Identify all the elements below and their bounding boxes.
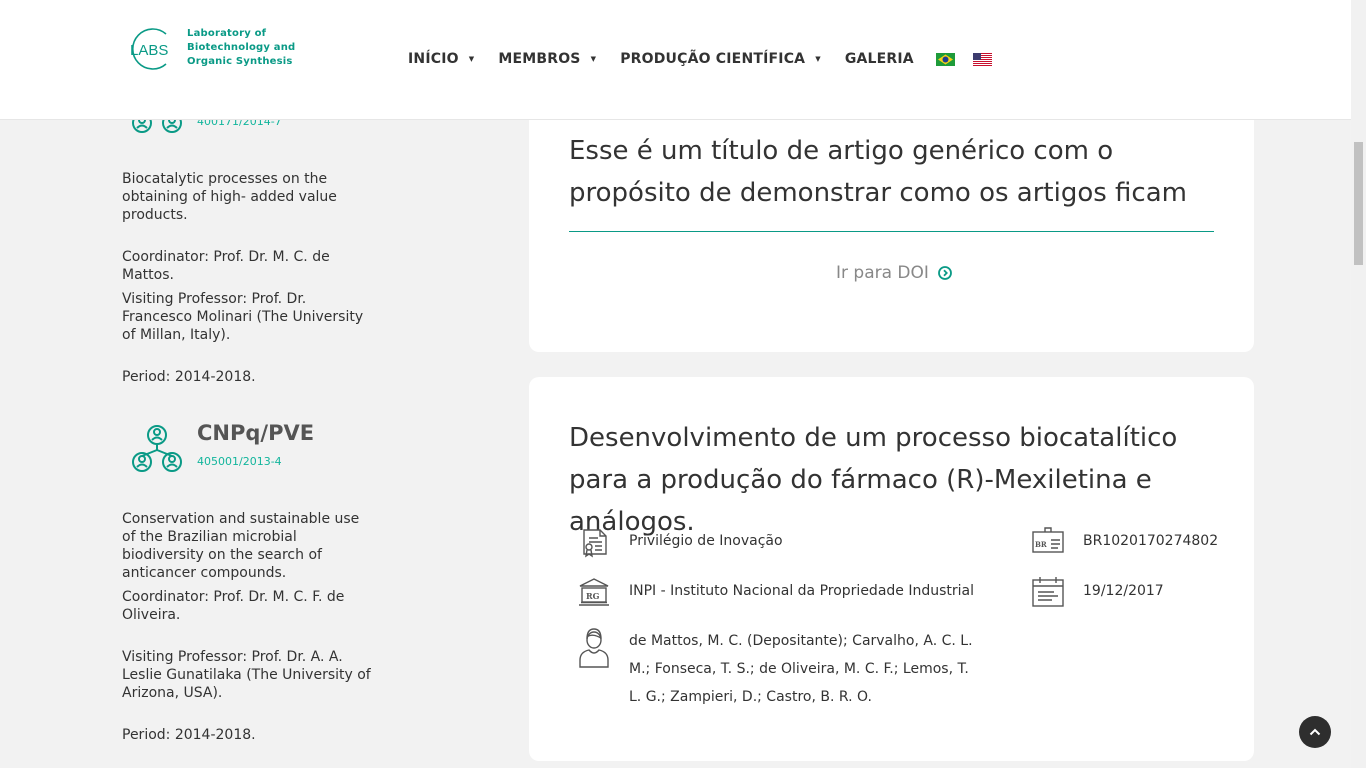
project-coordinator: Coordinator: Prof. Dr. M. C. de Mattos. xyxy=(122,249,330,283)
patent-type: Privilégio de Inovação xyxy=(629,533,783,549)
patent-title: Desenvolvimento de um processo biocatalí… xyxy=(569,423,1178,537)
institution-badge-label: RG xyxy=(586,591,600,601)
chevron-down-icon: ▼ xyxy=(590,55,597,63)
nav-item-membros[interactable]: MEMBROS ▼ xyxy=(498,51,596,67)
nav-label: INÍCIO xyxy=(408,51,459,67)
chevron-right-circle-icon xyxy=(938,266,952,280)
logo-text: Laboratory of Biotechnology and Organic … xyxy=(187,27,295,69)
chevron-up-icon xyxy=(1309,728,1321,736)
project-visiting-professor: Visiting Professor: Prof. Dr. A. A. Lesl… xyxy=(122,649,371,701)
site-header: LABS Laboratory of Biotechnology and Org… xyxy=(0,0,1351,120)
logo-line: Organic Synthesis xyxy=(187,56,293,67)
calendar-icon xyxy=(1032,577,1064,607)
project-visiting-professor: Visiting Professor: Prof. Dr. Francesco … xyxy=(122,291,364,343)
patent-institution: INPI - Instituto Nacional da Propriedade… xyxy=(629,583,975,599)
id-badge-icon: BR xyxy=(1032,527,1064,553)
article-title: Esse é um título de artigo genérico com … xyxy=(569,136,1187,208)
patent-card: Desenvolvimento de um processo biocatalí… xyxy=(529,377,1254,761)
project-title: CNPq/PVE xyxy=(197,421,315,445)
nav-item-galeria[interactable]: GALERIA xyxy=(845,51,914,67)
id-badge-label: BR xyxy=(1035,540,1047,549)
project-description: Conservation and sustainable use of the … xyxy=(122,511,360,581)
scrollbar-thumb[interactable] xyxy=(1354,142,1363,265)
certificate-icon xyxy=(583,529,607,558)
nav-label: MEMBROS xyxy=(498,51,581,67)
logo-line: Laboratory of xyxy=(187,28,267,39)
chevron-down-icon: ▼ xyxy=(468,55,475,63)
us-flag-icon[interactable] xyxy=(972,52,992,66)
project-code: 405001/2013-4 xyxy=(197,455,282,468)
project-description: Biocatalytic processes on the obtaining … xyxy=(122,171,337,223)
patent-number: BR1020170274802 xyxy=(1083,533,1219,549)
logo-line: Biotechnology and xyxy=(187,42,296,53)
divider xyxy=(569,231,1214,232)
network-people-icon xyxy=(132,425,182,472)
site-logo[interactable]: LABS Laboratory of Biotechnology and Org… xyxy=(126,26,296,76)
institution-building-icon: RG xyxy=(579,578,609,606)
brazil-flag-icon[interactable] xyxy=(935,52,955,66)
doi-link[interactable]: Ir para DOI xyxy=(836,263,952,283)
logo-mark: LABS xyxy=(130,42,168,59)
patent-authors: de Mattos, M. C. (Depositante); Carvalho… xyxy=(629,633,973,705)
project-coordinator: Coordinator: Prof. Dr. M. C. F. de Olive… xyxy=(122,589,345,623)
nav-label: PRODUÇÃO CIENTÍFICA xyxy=(620,51,806,67)
nav-item-producao-cientifica[interactable]: PRODUÇÃO CIENTÍFICA ▼ xyxy=(620,51,821,67)
nav-item-inicio[interactable]: INÍCIO ▼ xyxy=(408,51,474,67)
back-to-top-button[interactable] xyxy=(1299,716,1331,748)
nav-label: GALERIA xyxy=(844,51,914,67)
user-icon xyxy=(579,628,609,668)
labs-logo-icon: LABS xyxy=(130,28,168,70)
project-period: Period: 2014-2018. xyxy=(122,369,256,385)
main-nav: INÍCIO ▼ MEMBROS ▼ PRODUÇÃO CIENTÍFICA ▼… xyxy=(408,51,1010,67)
article-card: Esse é um título de artigo genérico com … xyxy=(529,80,1254,352)
patent-date: 19/12/2017 xyxy=(1083,583,1164,599)
page-scrollbar[interactable] xyxy=(1351,0,1366,768)
chevron-down-icon: ▼ xyxy=(815,55,821,63)
doi-label: Ir para DOI xyxy=(836,263,929,283)
project-period: Period: 2014-2018. xyxy=(122,727,256,743)
